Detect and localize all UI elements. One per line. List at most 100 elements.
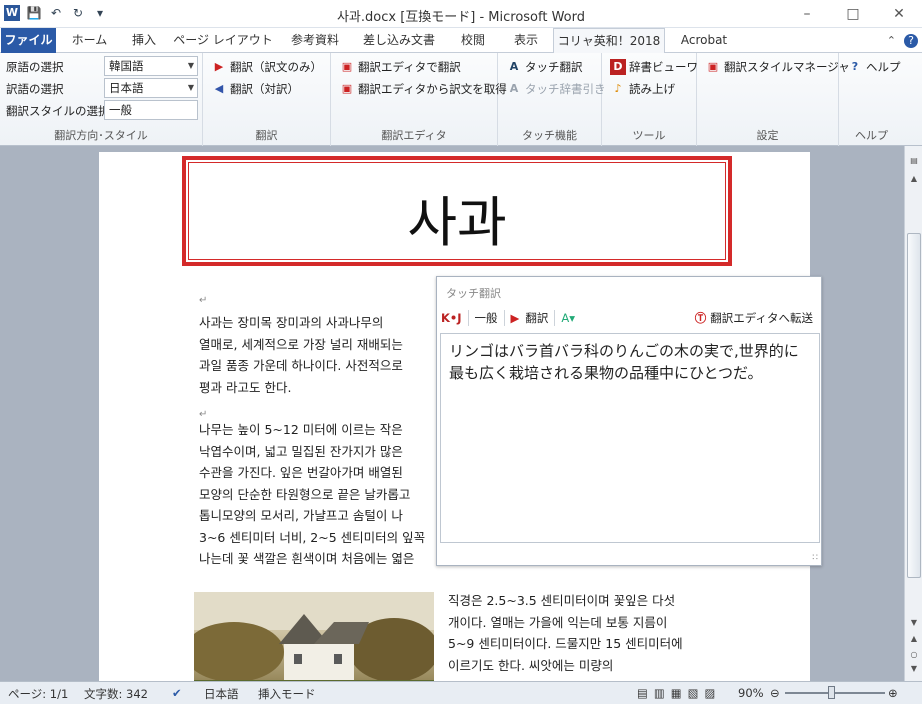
tab-file[interactable]: ファイル — [1, 28, 56, 53]
proofing-icon[interactable]: ✔ — [172, 686, 182, 700]
scroll-up-icon[interactable]: ▲ — [905, 174, 922, 183]
touch-dictionary-button[interactable]: A タッチ辞書引き — [506, 81, 606, 97]
house-illustration — [184, 592, 439, 681]
tab-acrobat[interactable]: Acrobat — [670, 28, 738, 53]
speaker-icon: ♪ — [614, 82, 622, 95]
collapse-ribbon-icon[interactable]: ⌃ — [887, 34, 896, 48]
source-lang-label: 原語の選択 — [6, 60, 64, 74]
tab-mailings[interactable]: 差し込み文書 — [356, 28, 442, 53]
font-color-icon[interactable]: A▾ — [561, 311, 575, 325]
prev-page-icon[interactable]: ▲ — [905, 634, 922, 643]
panel-title: タッチ翻訳 — [446, 287, 501, 300]
style-manager-label: 翻訳スタイルマネージャ — [724, 60, 850, 74]
zoom-slider-track[interactable] — [785, 692, 885, 694]
view-buttons-icon[interactable]: ▤▥▦▧▨ — [637, 686, 721, 700]
help-book-icon: ? — [851, 60, 859, 73]
group-label: タッチ機能 — [522, 129, 577, 142]
style-select[interactable]: 一般 — [104, 100, 198, 120]
zoom-level[interactable]: 90% — [738, 686, 764, 700]
group-label: 翻訳 — [255, 129, 278, 142]
group-label: 翻訳方向･スタイル — [54, 129, 148, 142]
translation-text[interactable]: リンゴはバラ首バラ科のりんごの木の実で,世界的に最も広く栽培される果物の品種中に… — [440, 333, 820, 543]
word-count[interactable]: 文字数: 342 — [84, 686, 148, 702]
send-to-editor-button[interactable]: Ⓣ 翻訳エディタへ転送 — [695, 310, 821, 326]
touch-translate-label: タッチ翻訳 — [525, 60, 583, 74]
ruler-toggle-icon[interactable]: ▤ — [905, 156, 922, 165]
tab-insert[interactable]: 挿入 — [120, 28, 168, 53]
editor-translate-label: 翻訳エディタで翻訳 — [358, 60, 461, 74]
read-aloud-button[interactable]: ♪ 読み上げ — [610, 81, 675, 97]
line: 직경은 2.5~3.5 센티미터이며 꽃잎은 다섯 — [448, 593, 676, 608]
ribbon-tabs: ファイル ホーム 挿入 ページ レイアウト 参考資料 差し込み文書 校閲 表示 … — [0, 28, 922, 54]
group-translate: ▶ 翻訳（訳文のみ） ◀ 翻訳（対訳） 翻訳 — [203, 53, 331, 146]
zoom-out-icon[interactable]: ⊖ — [770, 686, 780, 700]
line: 과일 품종 가운데 하나이다. 사전적으로 — [199, 358, 403, 373]
scroll-thumb[interactable] — [907, 233, 921, 578]
separator — [554, 310, 556, 326]
touch-dictionary-label: タッチ辞書引き — [525, 82, 606, 96]
play-icon: ▶ — [510, 311, 520, 325]
zoom-in-icon[interactable]: ⊕ — [888, 686, 898, 700]
scroll-down-icon[interactable]: ▼ — [905, 618, 922, 627]
source-lang-select[interactable]: 韓国語 ▼ — [104, 56, 198, 76]
separator — [503, 310, 505, 326]
group-tools: D 辞書ビューワ ♪ 読み上げ ツール — [602, 53, 698, 146]
editor-icon: ▣ — [341, 60, 353, 73]
maximize-button[interactable]: □ — [830, 0, 876, 28]
document-title: 사과 — [407, 191, 507, 254]
tab-korya[interactable]: コリャ英和！2018 — [553, 28, 665, 54]
dictionary-viewer-label: 辞書ビューワ — [629, 60, 698, 74]
tab-references[interactable]: 参考資料 — [278, 28, 352, 53]
dictionary-icon: D — [610, 59, 626, 75]
panel-translate-button[interactable]: 翻訳 — [525, 310, 548, 326]
ribbon-help-button[interactable]: ? ヘルプ — [847, 59, 901, 75]
chevron-down-icon: ▼ — [187, 61, 194, 70]
zoom-slider-knob[interactable] — [828, 686, 835, 699]
group-label: ツール — [632, 129, 666, 142]
close-button[interactable]: ✕ — [876, 0, 922, 28]
group-touch: A タッチ翻訳 A タッチ辞書引き タッチ機能 — [498, 53, 606, 146]
send-label: 翻訳エディタへ転送 — [710, 311, 813, 325]
line: 3~6 센티미터 너비, 2~5 센티미터의 잎꼭 — [199, 529, 426, 545]
house-image[interactable] — [184, 592, 439, 681]
minimize-button[interactable]: – — [784, 0, 830, 28]
page-count[interactable]: ページ: 1/1 — [8, 686, 68, 702]
translate-only-button[interactable]: ▶ 翻訳（訳文のみ） — [211, 59, 322, 75]
line: 사과는 장미목 장미과의 사과나무의 — [199, 315, 384, 330]
line: 5~9 센티미터이다. 드물지만 15 센티미터에 — [448, 636, 683, 651]
next-page-icon[interactable]: ▼ — [905, 664, 922, 673]
style-dropdown[interactable]: 一般 — [475, 310, 498, 326]
browse-object-icon[interactable]: ○ — [905, 650, 922, 659]
line: 모양의 단순한 타원형으로 끝은 날카롭고 — [199, 486, 411, 502]
resize-grip-icon[interactable]: ∷ — [812, 553, 818, 563]
insert-mode[interactable]: 挿入モード — [258, 686, 316, 702]
parallel-translate-icon: ◀ — [214, 82, 224, 95]
line: 나는데 꽃 색깔은 흰색이며 처음에는 엷은 — [199, 551, 415, 566]
translate-only-label: 翻訳（訳文のみ） — [230, 60, 322, 74]
help-icon[interactable]: ? — [904, 34, 918, 48]
tab-review[interactable]: 校閲 — [446, 28, 500, 53]
line: 개이다. 열매는 가을에 익는데 보통 지름이 — [448, 614, 668, 630]
tab-view[interactable]: 表示 — [504, 28, 548, 53]
read-aloud-label: 読み上げ — [629, 82, 675, 96]
dictionary-viewer-button[interactable]: D 辞書ビューワ — [610, 59, 698, 75]
target-lang-select[interactable]: 日本語 ▼ — [104, 78, 198, 98]
chevron-down-icon: ▼ — [187, 83, 194, 92]
touch-translate-panel[interactable]: タッチ翻訳 K•J 一般 ▶ 翻訳 A▾ Ⓣ 翻訳エディタへ転送 リンゴはバラ首… — [436, 276, 822, 566]
ribbon: 原語の選択 韓国語 ▼ 訳語の選択 日本語 ▼ 翻訳スタイルの選択 一般 翻訳方向･… — [0, 53, 922, 146]
editor-fetch-icon: ▣ — [341, 82, 353, 95]
title-box: 사과 — [182, 156, 732, 266]
touch-translate-button[interactable]: A タッチ翻訳 — [506, 59, 583, 75]
group-help: ? ヘルプ ヘルプ — [839, 53, 904, 146]
translate-parallel-button[interactable]: ◀ 翻訳（対訳） — [211, 81, 299, 97]
group-label: 翻訳エディタ — [381, 129, 447, 142]
style-manager-button[interactable]: ▣ 翻訳スタイルマネージャ — [705, 59, 850, 75]
tab-home[interactable]: ホーム — [62, 28, 117, 53]
touch-icon: A — [509, 60, 519, 73]
editor-translate-button[interactable]: ▣ 翻訳エディタで翻訳 — [339, 59, 461, 75]
vertical-scrollbar[interactable]: ▤ ▲ ▼ ▲ ○ ▼ — [904, 146, 922, 681]
language-status[interactable]: 日本語 — [204, 686, 239, 702]
editor-fetch-button[interactable]: ▣ 翻訳エディタから訳文を取得 — [339, 81, 507, 97]
direction-select[interactable]: K•J — [441, 311, 462, 325]
tab-page-layout[interactable]: ページ レイアウト — [172, 28, 274, 53]
